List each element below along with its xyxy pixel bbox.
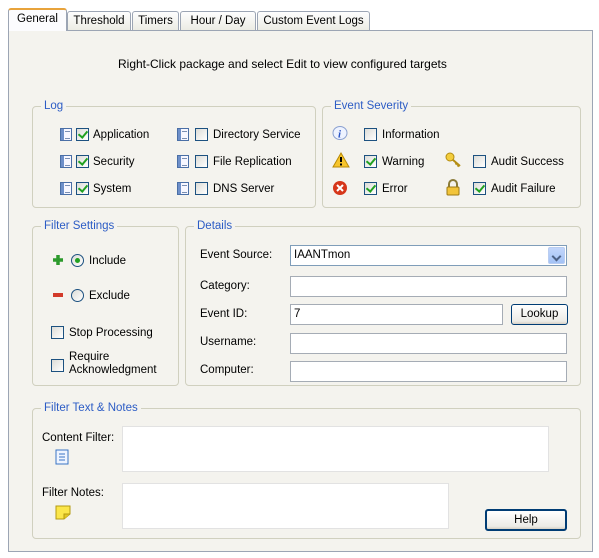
event-source-select[interactable]: IAANTmon bbox=[290, 245, 567, 266]
warning-label: Warning bbox=[382, 156, 425, 168]
content-filter-label: Content Filter: bbox=[42, 432, 115, 444]
require-acknowledgment-checkbox[interactable] bbox=[51, 359, 64, 372]
event-severity-group: Event Severity i Information Warning Err… bbox=[322, 99, 581, 208]
filter-text-notes-group: Filter Text & Notes Content Filter: Filt… bbox=[32, 401, 581, 539]
username-label: Username: bbox=[200, 336, 257, 348]
computer-label: Computer: bbox=[200, 364, 254, 376]
filter-settings-legend: Filter Settings bbox=[41, 219, 118, 233]
event-log-icon bbox=[177, 182, 189, 195]
audit-failure-label: Audit Failure bbox=[491, 183, 556, 195]
details-legend: Details bbox=[194, 219, 236, 233]
tab-bar: General Threshold Timers Hour / Day Cust… bbox=[8, 8, 593, 31]
chevron-down-icon[interactable] bbox=[548, 247, 565, 264]
tab-timers[interactable]: Timers bbox=[132, 11, 179, 30]
file-replication-checkbox[interactable] bbox=[195, 155, 208, 168]
event-severity-legend: Event Severity bbox=[331, 99, 412, 113]
log-group: Log Application Security System Director… bbox=[32, 99, 316, 208]
event-id-field[interactable]: 7 bbox=[290, 304, 503, 325]
security-checkbox[interactable] bbox=[76, 155, 89, 168]
audit-success-checkbox[interactable] bbox=[473, 155, 486, 168]
event-source-label: Event Source: bbox=[200, 249, 273, 261]
general-panel: Right-Click package and select Edit to v… bbox=[8, 30, 593, 552]
instruction-text: Right-Click package and select Edit to v… bbox=[118, 57, 447, 71]
warning-icon bbox=[332, 151, 350, 168]
directory-service-label: Directory Service bbox=[213, 129, 301, 141]
content-filter-textarea[interactable] bbox=[122, 426, 549, 472]
require-acknowledgment-label: Require Acknowledgment bbox=[69, 351, 157, 376]
event-log-icon bbox=[60, 128, 72, 141]
stop-processing-checkbox[interactable] bbox=[51, 326, 64, 339]
system-label: System bbox=[93, 183, 132, 195]
exclude-radio[interactable] bbox=[71, 289, 84, 302]
event-source-value: IAANTmon bbox=[294, 249, 351, 261]
category-label: Category: bbox=[200, 280, 250, 292]
category-field[interactable] bbox=[290, 276, 567, 297]
dns-server-checkbox[interactable] bbox=[195, 182, 208, 195]
exclude-label: Exclude bbox=[89, 290, 130, 302]
tab-general[interactable]: General bbox=[8, 8, 67, 31]
filter-settings-group: Filter Settings Include Exclude Stop Pro… bbox=[32, 219, 179, 386]
event-id-label: Event ID: bbox=[200, 308, 248, 320]
include-label: Include bbox=[89, 255, 127, 267]
tab-hour-day[interactable]: Hour / Day bbox=[180, 11, 256, 30]
dns-server-label: DNS Server bbox=[213, 183, 275, 195]
minus-icon bbox=[52, 289, 64, 301]
stop-processing-label: Stop Processing bbox=[69, 327, 153, 339]
log-legend: Log bbox=[41, 99, 67, 113]
plus-icon bbox=[52, 254, 64, 266]
application-label: Application bbox=[93, 129, 150, 141]
application-checkbox[interactable] bbox=[76, 128, 89, 141]
audit-success-label: Audit Success bbox=[491, 156, 564, 168]
computer-field[interactable] bbox=[290, 361, 567, 382]
directory-service-checkbox[interactable] bbox=[195, 128, 208, 141]
key-icon bbox=[445, 152, 463, 168]
details-group: Details Event Source: IAANTmon Category:… bbox=[185, 219, 581, 386]
tab-custom-event-logs[interactable]: Custom Event Logs bbox=[257, 11, 370, 30]
error-checkbox[interactable] bbox=[364, 182, 377, 195]
sticky-note-icon bbox=[55, 504, 71, 520]
information-label: Information bbox=[382, 129, 440, 141]
error-icon bbox=[332, 180, 348, 196]
information-checkbox[interactable] bbox=[364, 128, 377, 141]
system-checkbox[interactable] bbox=[76, 182, 89, 195]
event-log-icon bbox=[177, 128, 189, 141]
security-label: Security bbox=[93, 156, 135, 168]
filter-notes-textarea[interactable] bbox=[122, 483, 449, 529]
document-icon bbox=[55, 449, 69, 465]
include-radio[interactable] bbox=[71, 254, 84, 267]
audit-failure-checkbox[interactable] bbox=[473, 182, 486, 195]
information-icon: i bbox=[332, 125, 348, 141]
event-log-icon bbox=[60, 182, 72, 195]
filter-notes-label: Filter Notes: bbox=[42, 487, 104, 499]
warning-checkbox[interactable] bbox=[364, 155, 377, 168]
event-log-icon bbox=[60, 155, 72, 168]
tab-threshold[interactable]: Threshold bbox=[67, 11, 131, 30]
lookup-button[interactable]: Lookup bbox=[511, 304, 568, 325]
username-field[interactable] bbox=[290, 333, 567, 354]
filter-text-notes-legend: Filter Text & Notes bbox=[41, 401, 141, 415]
file-replication-label: File Replication bbox=[213, 156, 292, 168]
error-label: Error bbox=[382, 183, 408, 195]
event-log-icon bbox=[177, 155, 189, 168]
help-button[interactable]: Help bbox=[485, 509, 567, 531]
lock-icon bbox=[445, 179, 461, 196]
